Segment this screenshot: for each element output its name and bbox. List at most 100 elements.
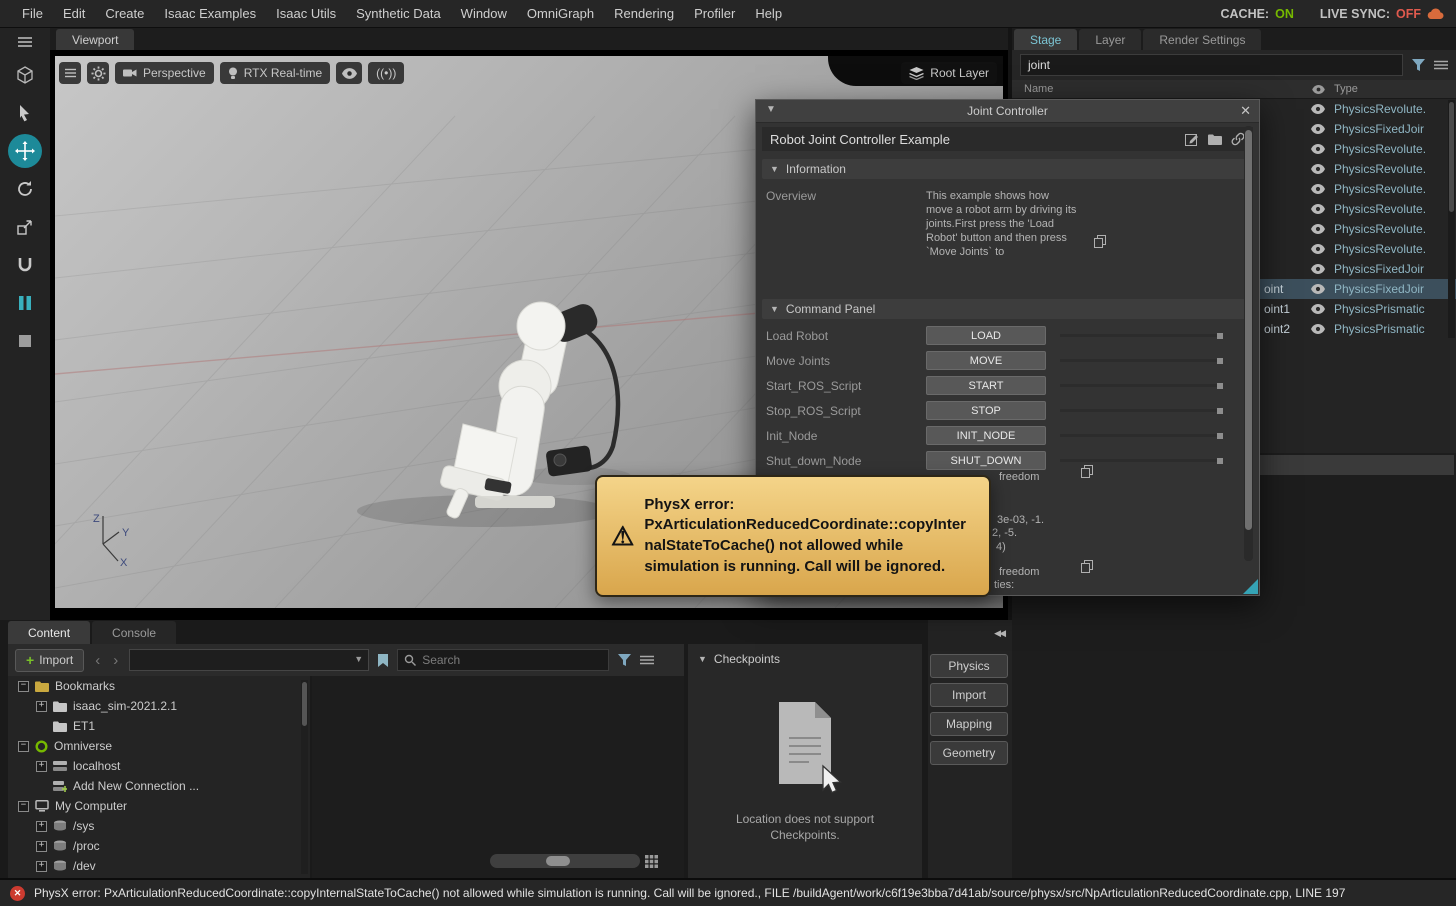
- menu-item-edit[interactable]: Edit: [53, 6, 95, 21]
- tab-layer[interactable]: Layer: [1079, 29, 1142, 50]
- visibility-eye-icon[interactable]: [1302, 304, 1334, 314]
- bookmark-icon[interactable]: [378, 653, 389, 667]
- expander-plus-icon[interactable]: +: [36, 760, 47, 772]
- slider-handle[interactable]: [546, 856, 570, 866]
- error-circle-icon[interactable]: ✕: [10, 885, 25, 901]
- checkpoints-header[interactable]: ▼ Checkpoints: [688, 644, 922, 666]
- tree-item[interactable]: + localhost: [8, 756, 310, 776]
- visibility-eye-icon[interactable]: [1302, 264, 1334, 274]
- grid-view-icon[interactable]: [645, 855, 658, 868]
- slider-handle[interactable]: [1217, 407, 1223, 414]
- import-button[interactable]: + Import: [15, 648, 85, 672]
- content-search-input[interactable]: Search: [397, 649, 610, 671]
- tab-viewport[interactable]: Viewport: [56, 29, 135, 50]
- menu-item-synthetic-data[interactable]: Synthetic Data: [346, 6, 451, 21]
- menu-item-omnigraph[interactable]: OmniGraph: [517, 6, 604, 21]
- content-options-icon[interactable]: [640, 655, 655, 665]
- tab-console[interactable]: Console: [92, 621, 177, 644]
- visibility-eye-icon[interactable]: [1302, 244, 1334, 254]
- capture-button[interactable]: ((•)): [368, 62, 405, 84]
- scale-tool-icon[interactable]: [8, 210, 42, 244]
- init_node-button[interactable]: INIT_NODE: [926, 426, 1046, 445]
- tree-item[interactable]: − Bookmarks: [8, 676, 310, 696]
- menu-item-create[interactable]: Create: [95, 6, 154, 21]
- geometry-button[interactable]: Geometry: [930, 741, 1008, 765]
- information-section-header[interactable]: ▼ Information: [762, 159, 1253, 179]
- start-button[interactable]: START: [926, 376, 1046, 395]
- mapping-button[interactable]: Mapping: [930, 712, 1008, 736]
- physics-button[interactable]: Physics: [930, 654, 1008, 678]
- stage-search-input[interactable]: joint: [1020, 54, 1403, 76]
- back-chevron-icon[interactable]: ‹: [93, 652, 102, 669]
- copy-icon[interactable]: [1094, 191, 1106, 291]
- move-tool-icon[interactable]: [8, 134, 42, 168]
- stop-icon[interactable]: [8, 324, 42, 358]
- command-panel-section-header[interactable]: ▼ Command Panel: [762, 299, 1253, 319]
- expander-minus-icon[interactable]: −: [18, 800, 29, 812]
- tree-item[interactable]: ET1: [8, 716, 310, 736]
- tab-render-settings[interactable]: Render Settings: [1143, 29, 1262, 50]
- visibility-eye-button[interactable]: [336, 62, 363, 84]
- visibility-eye-icon[interactable]: [1302, 104, 1334, 114]
- slider-handle[interactable]: [1217, 332, 1223, 339]
- perspective-dropdown[interactable]: Perspective: [115, 62, 214, 84]
- copy-icon[interactable]: [1081, 465, 1093, 478]
- viewport-menu-icon[interactable]: [59, 62, 81, 84]
- menu-item-rendering[interactable]: Rendering: [604, 6, 684, 21]
- visibility-eye-icon[interactable]: [1302, 284, 1334, 294]
- renderer-dropdown[interactable]: RTX Real-time: [219, 62, 331, 84]
- forward-chevron-icon[interactable]: ›: [111, 652, 120, 669]
- visibility-eye-icon[interactable]: [1302, 184, 1334, 194]
- stop-button[interactable]: STOP: [926, 401, 1046, 420]
- expander-plus-icon[interactable]: +: [36, 700, 47, 712]
- collapse-left-icon[interactable]: ◀◀: [994, 628, 1006, 639]
- slider-handle[interactable]: [1217, 357, 1223, 364]
- pause-icon[interactable]: [8, 286, 42, 320]
- menu-item-window[interactable]: Window: [451, 6, 517, 21]
- visibility-eye-icon[interactable]: [1302, 204, 1334, 214]
- edit-source-icon[interactable]: [1185, 132, 1199, 146]
- joint-window-scrollbar[interactable]: [1244, 126, 1253, 561]
- stage-scrollbar[interactable]: [1448, 100, 1455, 338]
- move-button[interactable]: MOVE: [926, 351, 1046, 370]
- copy-icon[interactable]: [1081, 560, 1093, 573]
- expander-minus-icon[interactable]: −: [18, 680, 29, 692]
- slider-handle[interactable]: [1217, 432, 1223, 439]
- viewport-settings-gear-icon[interactable]: [87, 62, 109, 84]
- menu-item-isaac-utils[interactable]: Isaac Utils: [266, 6, 346, 21]
- filter-funnel-icon[interactable]: [1412, 59, 1425, 71]
- tab-content[interactable]: Content: [8, 621, 91, 644]
- column-visibility-eye-icon[interactable]: [1302, 84, 1334, 94]
- view-cube-icon[interactable]: [8, 58, 42, 92]
- visibility-eye-icon[interactable]: [1302, 144, 1334, 154]
- expander-plus-icon[interactable]: +: [36, 860, 47, 872]
- thumbnail-zoom-slider[interactable]: [490, 854, 640, 868]
- resize-handle[interactable]: [1243, 579, 1258, 594]
- visibility-eye-icon[interactable]: [1302, 224, 1334, 234]
- snap-tool-icon[interactable]: [8, 248, 42, 282]
- slider-handle[interactable]: [1217, 382, 1223, 389]
- tree-item[interactable]: + isaac_sim-2021.2.1: [8, 696, 310, 716]
- rotate-tool-icon[interactable]: [8, 172, 42, 206]
- tree-item[interactable]: + /sys: [8, 816, 310, 836]
- tree-item[interactable]: − My Computer: [8, 796, 310, 816]
- tree-item[interactable]: − Omniverse: [8, 736, 310, 756]
- menu-item-isaac-examples[interactable]: Isaac Examples: [154, 6, 266, 21]
- load-button[interactable]: LOAD: [926, 326, 1046, 345]
- expander-plus-icon[interactable]: +: [36, 840, 47, 852]
- link-icon[interactable]: [1231, 132, 1245, 146]
- column-type[interactable]: Type: [1334, 83, 1456, 95]
- visibility-eye-icon[interactable]: [1302, 324, 1334, 334]
- shut_down-button[interactable]: SHUT_DOWN: [926, 451, 1046, 470]
- collapse-triangle-icon[interactable]: ▼: [766, 104, 776, 115]
- slider-handle[interactable]: [1217, 457, 1223, 464]
- menu-icon[interactable]: [8, 30, 42, 54]
- expander-minus-icon[interactable]: −: [18, 740, 29, 752]
- visibility-eye-icon[interactable]: [1302, 124, 1334, 134]
- tree-item[interactable]: Add New Connection ...: [8, 776, 310, 796]
- tree-item[interactable]: + /proc: [8, 836, 310, 856]
- tree-scrollbar[interactable]: [301, 680, 308, 874]
- tree-item[interactable]: + /dev: [8, 856, 310, 876]
- joint-controller-titlebar[interactable]: ▼ Joint Controller ✕: [756, 100, 1259, 123]
- menu-item-profiler[interactable]: Profiler: [684, 6, 745, 21]
